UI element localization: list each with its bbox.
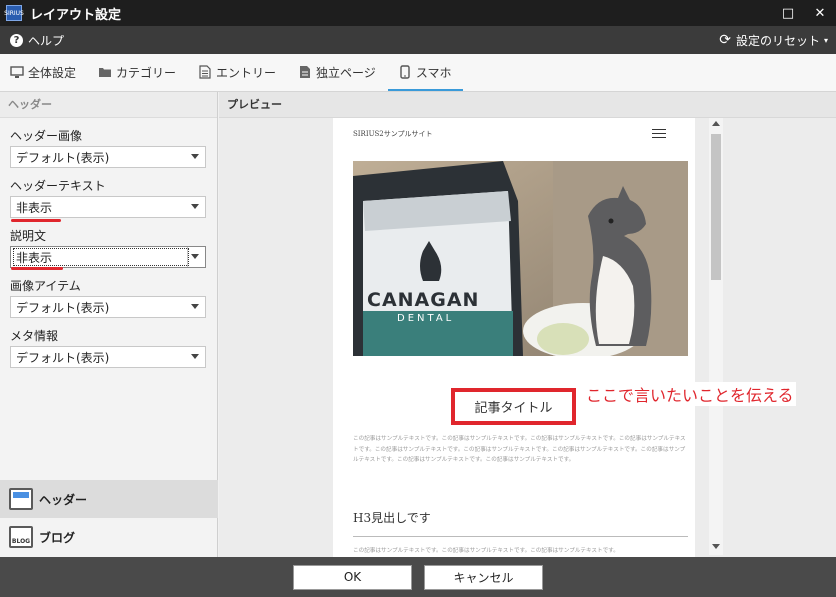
document-icon [198,65,212,79]
window-title: レイアウト設定 [30,7,122,23]
smartphone-icon [398,65,412,79]
scroll-up-icon[interactable] [712,121,720,126]
photo-brand-subtext: DENTAL [397,313,455,324]
select-value: デフォルト(表示) [16,150,110,165]
side-nav: ヘッダー BLOG ブログ [0,480,218,556]
article-title: 記事タイトル [451,388,576,425]
tab-label: カテゴリー [116,65,177,80]
blog-icon: BLOG [9,526,33,548]
article-body-text-2: この記事はサンプルテキストです。この記事はサンプルテキストです。この記事はサンプ… [353,548,619,554]
nav-item-header[interactable]: ヘッダー [0,480,218,518]
scroll-down-icon[interactable] [712,544,720,549]
image-item-select[interactable]: デフォルト(表示) [10,296,206,318]
help-label: ヘルプ [28,33,65,48]
chevron-down-icon [191,204,199,209]
photo-brand-text: CANAGAN [367,289,480,311]
nav-label: ブログ [39,530,76,545]
scroll-thumb[interactable] [711,134,721,280]
ok-button[interactable]: OK [293,564,412,590]
tab-entry[interactable]: エントリー [188,55,288,91]
meta-info-label: メタ情報 [10,329,59,343]
annotation-text: ここで言いたいことを伝える [584,382,796,406]
phone-preview[interactable]: SIRIUS2サンプルサイト CANAGAN DENTAL 記事タイトル この記… [333,118,695,557]
chevron-down-icon [191,254,199,259]
help-menu[interactable]: ? ヘルプ [10,32,64,49]
select-value: デフォルト(表示) [16,300,110,315]
tab-bar: 全体設定 カテゴリー エントリー 独立ページ スマホ [0,54,836,92]
chevron-down-icon [191,354,199,359]
reset-label: 設定のリセット [735,33,820,48]
image-item-label: 画像アイテム [10,279,81,293]
select-value: デフォルト(表示) [16,350,110,365]
tab-smartphone[interactable]: スマホ [387,55,464,91]
tab-label: 全体設定 [28,65,77,80]
meta-info-select[interactable]: デフォルト(表示) [10,346,206,368]
header-layout-icon [9,488,33,510]
title-bar: SIRIUS レイアウト設定 □ ✕ [0,0,836,26]
description-select[interactable]: 非表示 [10,246,206,268]
nav-item-blog[interactable]: BLOG ブログ [0,518,218,556]
tab-global-settings[interactable]: 全体設定 [0,55,88,91]
nav-label: ヘッダー [39,492,88,507]
close-button[interactable]: ✕ [804,0,836,26]
preview-scrollbar[interactable] [709,118,723,555]
folder-icon [98,65,112,79]
article-body-text: この記事はサンプルテキストです。この記事はサンプルテキストです。この記事はサンプ… [353,436,686,463]
preview-title: プレビュー [219,92,836,118]
reset-settings-menu[interactable]: ⟳ 設定のリセット ▾ [719,32,828,49]
h3-heading: H3見出しです [353,509,688,537]
refresh-icon: ⟳ [719,32,731,48]
page-icon [298,65,312,79]
menu-icon [652,129,666,138]
chevron-down-icon: ▾ [823,35,828,45]
app-icon: SIRIUS [4,5,24,21]
select-value: 非表示 [13,248,189,266]
chevron-down-icon [191,154,199,159]
select-divider [187,247,188,267]
tab-standalone-page[interactable]: 独立ページ [288,55,388,91]
maximize-button[interactable]: □ [772,0,804,26]
monitor-icon [10,65,24,79]
annotation-underline [11,267,63,270]
header-image-select[interactable]: デフォルト(表示) [10,146,206,168]
window-controls: □ ✕ [772,0,836,26]
select-value: 非表示 [16,200,53,215]
annotation-underline [11,219,61,222]
cancel-button[interactable]: キャンセル [424,564,543,590]
header-text-label: ヘッダーテキスト [10,179,106,193]
header-image-label: ヘッダー画像 [10,129,83,143]
panel-title: ヘッダー [0,92,217,118]
tab-category[interactable]: カテゴリー [88,55,188,91]
menu-bar: ? ヘルプ ⟳ 設定のリセット ▾ [0,26,836,54]
header-text-select[interactable]: 非表示 [10,196,206,218]
chevron-down-icon [191,304,199,309]
tab-label: スマホ [415,65,452,80]
tab-label: 独立ページ [316,65,376,80]
help-icon: ? [10,33,23,47]
tab-label: エントリー [216,65,277,80]
description-label: 説明文 [10,229,47,243]
preview-area: プレビュー SIRIUS2サンプルサイト CANAGAN DENTAL 記事タイ… [219,92,836,557]
dialog-footer: OK キャンセル [0,557,836,597]
header-photo: CANAGAN DENTAL [353,161,688,356]
site-name: SIRIUS2サンプルサイト [353,130,433,138]
